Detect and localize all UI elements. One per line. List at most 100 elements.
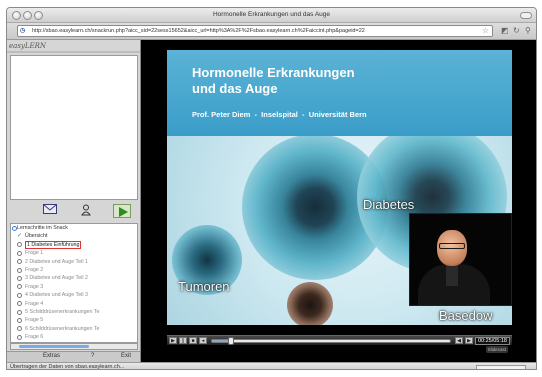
sidebar-footer: Extras ? Exit <box>7 351 140 362</box>
play-icon <box>119 207 128 217</box>
video-player[interactable]: Hormonelle Erkrankungen und das Auge Pro… <box>167 50 512 353</box>
list-item[interactable]: ✓ Übersicht <box>11 232 137 240</box>
step-bullet-icon <box>17 317 22 323</box>
slide-label-basedow: Basedow <box>439 308 493 323</box>
notes-panel <box>10 55 138 200</box>
list-item[interactable]: 2 Diabetes und Auge Teil 1 <box>11 258 137 266</box>
page-content: easyLERN Lernschritte im Snack ✓ Übersic… <box>7 40 536 362</box>
logo-divider <box>7 51 140 53</box>
list-item-label: 6 Schilddrüsenerkrankungen Te <box>25 325 100 332</box>
horizontal-scrollbar[interactable] <box>10 343 138 350</box>
step-bullet-icon <box>17 267 22 273</box>
easylearn-logo: easyLERN <box>9 42 47 50</box>
list-item-label: Frage 4 <box>25 300 44 307</box>
envelope-icon <box>43 204 57 214</box>
scrollbar-thumb[interactable] <box>19 345 89 348</box>
sidebar-button-row <box>10 203 138 221</box>
stop-icon[interactable]: ■ <box>189 337 197 344</box>
mail-button[interactable] <box>41 204 59 218</box>
list-header: Lernschritte im Snack <box>11 224 137 232</box>
folder-icon <box>12 225 17 231</box>
slide-subtitle: Prof. Peter Diem - Inselspital - Univers… <box>192 110 367 119</box>
list-item-label: Übersicht <box>25 233 48 240</box>
browser-window: Hormonelle Erkrankungen und das Auge ◷ h… <box>6 7 537 370</box>
list-item[interactable]: 6 Schilddrüsenerkrankungen Te <box>11 325 137 333</box>
slide: Hormonelle Erkrankungen und das Auge Pro… <box>167 50 512 325</box>
step-bullet-icon <box>17 276 22 282</box>
slide-title-line1: Hormonelle Erkrankungen <box>192 65 355 80</box>
step-bullet-icon <box>17 309 22 315</box>
volume-icon[interactable]: ◂ <box>199 337 207 344</box>
list-item[interactable]: Frage 3 <box>11 283 137 291</box>
step-bullet-icon <box>17 326 22 332</box>
seek-bar[interactable] <box>211 337 451 345</box>
list-item-label: 1 Diabetes Einführung <box>25 240 82 249</box>
fast-forward-icon[interactable]: ▶ <box>465 337 473 344</box>
slide-header: Hormonelle Erkrankungen und das Auge Pro… <box>167 50 512 136</box>
list-item[interactable]: 1 Diabetes Einführung <box>11 240 137 249</box>
slide-title-line2: und das Auge <box>192 81 278 96</box>
step-bullet-icon <box>17 250 22 256</box>
list-item-label: 3 Diabetes und Auge Teil 2 <box>25 275 88 282</box>
list-item-label: Frage 3 <box>25 283 44 290</box>
list-item-label: Frage 2 <box>25 266 44 273</box>
list-item[interactable]: Frage 5 <box>11 316 137 324</box>
rewind-icon[interactable]: ◀ <box>455 337 463 344</box>
speaker-video <box>409 213 512 306</box>
toolbar-toggle-icon[interactable] <box>520 12 532 19</box>
list-item[interactable]: 4 Diabetes und Auge Teil 3 <box>11 291 137 299</box>
list-item-label: 2 Diabetes und Auge Teil 1 <box>25 258 88 265</box>
speaker-shirt <box>446 264 458 286</box>
exit-link[interactable]: Exit <box>121 353 131 359</box>
learning-steps-list: Lernschritte im Snack ✓ Übersicht 1 Diabet… <box>10 223 138 343</box>
address-bar[interactable]: ◷ http://sbao.easylearn.ch/snackrun.php?… <box>17 25 493 37</box>
seek-handle[interactable] <box>228 337 235 345</box>
step-bullet-icon <box>17 242 22 248</box>
step-bullet-icon <box>17 284 22 290</box>
list-item-label: Frage 5 <box>25 317 44 324</box>
list-item[interactable]: Frage 2 <box>11 266 137 274</box>
window-title: Hormonelle Erkrankungen und das Auge <box>212 11 331 18</box>
favicon-icon: ◷ <box>20 28 26 34</box>
player-badge: Slidecast <box>485 346 508 353</box>
list-item[interactable]: 5 Schilddrüsenerkrankungen Te <box>11 308 137 316</box>
help-link[interactable]: ? <box>91 353 94 359</box>
list-item[interactable]: 3 Diabetes und Auge Teil 2 <box>11 274 137 282</box>
list-item-label: Frage 1 <box>25 250 44 257</box>
player-controls: ▶ ∥ ■ ◂ ◀ ▶ 00:25/05:18 <box>167 335 512 345</box>
eye-image <box>287 282 333 325</box>
rss-icon[interactable]: ◩ <box>501 26 509 36</box>
user-button[interactable] <box>77 204 95 218</box>
slide-label-diabetes: Diabetes <box>363 197 415 212</box>
step-bullet-icon <box>17 292 22 298</box>
step-bullet-icon <box>17 259 22 265</box>
checkmark-icon: ✓ <box>17 233 23 240</box>
list-item[interactable]: Frage 1 <box>11 249 137 257</box>
title-bar: Hormonelle Erkrankungen und das Auge <box>7 8 536 23</box>
pause-icon[interactable]: ∥ <box>179 337 187 344</box>
status-text: Übertragen der Daten von sbao.easylearn.… <box>10 364 125 370</box>
slide-label-tumoren: Tumoren <box>178 279 230 294</box>
speaker-glasses <box>439 243 465 249</box>
reload-icon[interactable]: ↻ <box>513 26 520 36</box>
time-display: 00:25/05:18 <box>474 337 510 345</box>
play-icon[interactable]: ▶ <box>169 337 177 344</box>
step-bullet-icon <box>17 301 22 307</box>
list-header-label: Lernschritte im Snack <box>17 225 68 231</box>
step-bullet-icon <box>17 334 22 340</box>
browser-toolbar: ◷ http://sbao.easylearn.ch/snackrun.php?… <box>7 23 536 40</box>
status-bar: Übertragen der Daten von sbao.easylearn.… <box>7 362 536 370</box>
bookmark-star-icon[interactable]: ☆ <box>482 26 489 36</box>
snack-sidebar: easyLERN Lernschritte im Snack ✓ Übersic… <box>7 40 141 362</box>
status-progress <box>476 365 526 369</box>
search-icon[interactable]: ⚲ <box>525 26 531 36</box>
list-item-label: 5 Schilddrüsenerkrankungen Te <box>25 308 100 315</box>
list-item-label: 4 Diabetes und Auge Teil 3 <box>25 292 88 299</box>
list-item-label: Frage 6 <box>25 334 44 341</box>
extras-link[interactable]: Extras <box>43 353 60 359</box>
url-text[interactable]: http://sbao.easylearn.ch/snackrun.php?ai… <box>32 28 472 34</box>
list-item[interactable]: Frage 6 <box>11 333 137 341</box>
list-item[interactable]: Frage 4 <box>11 300 137 308</box>
play-button[interactable] <box>113 204 131 218</box>
user-icon <box>81 204 91 216</box>
